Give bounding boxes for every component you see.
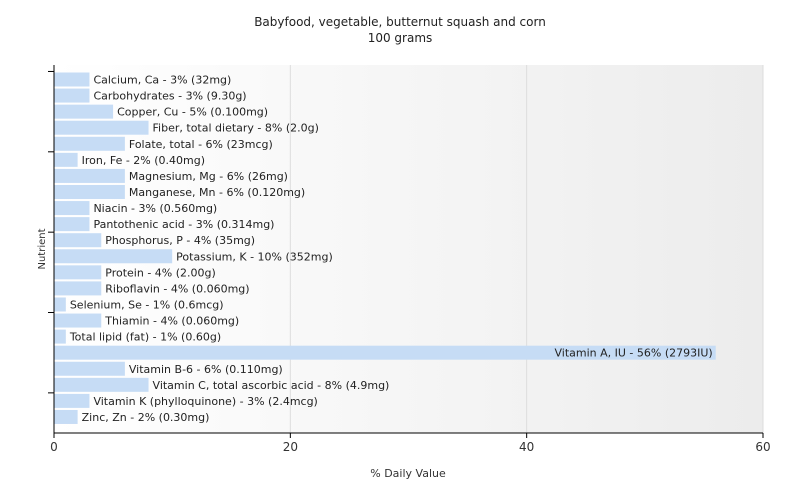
bar-label: Fiber, total dietary - 8% (2.0g) bbox=[153, 122, 319, 135]
bar-label: Manganese, Mn - 6% (0.120mg) bbox=[129, 186, 305, 199]
y-axis-title: Nutrient bbox=[37, 228, 48, 269]
bar bbox=[54, 329, 66, 344]
bar bbox=[54, 409, 78, 424]
bar bbox=[54, 120, 149, 135]
bar-label: Total lipid (fat) - 1% (0.60g) bbox=[69, 331, 221, 344]
bar bbox=[54, 377, 149, 392]
bar bbox=[54, 313, 102, 328]
bar bbox=[54, 233, 102, 248]
bar-label: Vitamin K (phylloquinone) - 3% (2.4mcg) bbox=[93, 395, 317, 408]
bar bbox=[54, 88, 90, 103]
plot-area bbox=[54, 65, 763, 433]
bar bbox=[54, 217, 90, 232]
bar bbox=[54, 361, 125, 376]
bar bbox=[54, 265, 102, 280]
x-axis-title: % Daily Value bbox=[370, 467, 446, 480]
bar-label: Riboflavin - 4% (0.060mg) bbox=[105, 282, 249, 295]
bar-label: Vitamin C, total ascorbic acid - 8% (4.9… bbox=[153, 379, 390, 392]
bar-label: Pantothenic acid - 3% (0.314mg) bbox=[93, 218, 274, 231]
bar-label: Potassium, K - 10% (352mg) bbox=[176, 250, 333, 263]
bar bbox=[54, 72, 90, 87]
bar bbox=[54, 297, 66, 312]
bar-label: Zinc, Zn - 2% (0.30mg) bbox=[82, 411, 210, 424]
bar-label: Folate, total - 6% (23mcg) bbox=[129, 138, 273, 151]
x-tick-label: 0 bbox=[50, 440, 58, 454]
bar bbox=[54, 104, 114, 119]
bar bbox=[54, 168, 125, 183]
bar bbox=[54, 201, 90, 216]
bar-label: Calcium, Ca - 3% (32mg) bbox=[93, 74, 231, 87]
bar-label: Magnesium, Mg - 6% (26mg) bbox=[129, 170, 288, 183]
x-tick-label: 40 bbox=[519, 440, 534, 454]
bar-label: Vitamin B-6 - 6% (0.110mg) bbox=[129, 363, 283, 376]
bar bbox=[54, 184, 125, 199]
bar-label: Thiamin - 4% (0.060mg) bbox=[104, 315, 239, 328]
bar bbox=[54, 393, 90, 408]
x-tick-label: 60 bbox=[755, 440, 770, 454]
bar bbox=[54, 249, 173, 264]
bar bbox=[54, 136, 125, 151]
x-tick-label: 20 bbox=[283, 440, 298, 454]
bar-label: Copper, Cu - 5% (0.100mg) bbox=[117, 106, 268, 119]
bar-label: Iron, Fe - 2% (0.40mg) bbox=[82, 154, 205, 167]
bar-label: Selenium, Se - 1% (0.6mcg) bbox=[70, 298, 224, 311]
bar-label: Vitamin A, IU - 56% (2793IU) bbox=[554, 347, 712, 360]
bar-label: Phosphorus, P - 4% (35mg) bbox=[105, 234, 255, 247]
bar bbox=[54, 281, 102, 296]
bar-label: Protein - 4% (2.00g) bbox=[105, 266, 216, 279]
bar-label: Niacin - 3% (0.560mg) bbox=[93, 202, 217, 215]
bar bbox=[54, 152, 78, 167]
plot-svg: Calcium, Ca - 3% (32mg) Carbohydrates - 3… bbox=[37, 65, 771, 480]
chart: Babyfood, vegetable, butternut squash an… bbox=[0, 0, 800, 500]
bar-label: Carbohydrates - 3% (9.30g) bbox=[93, 90, 246, 103]
